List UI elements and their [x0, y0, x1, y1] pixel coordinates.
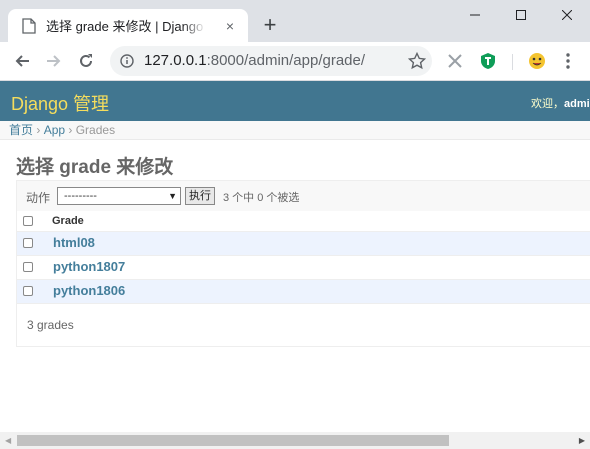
column-header-grade[interactable]: Grade [52, 211, 590, 231]
info-icon[interactable] [120, 54, 134, 68]
address-bar[interactable]: 127.0.0.1:8000/admin/app/grade/ [110, 46, 432, 76]
window-close-icon[interactable] [544, 0, 590, 30]
admin-header: Django 管理 欢迎，admin [0, 81, 590, 121]
new-tab-button[interactable]: + [259, 14, 281, 36]
row-checkbox-cell [17, 255, 52, 279]
row-checkbox[interactable] [23, 262, 33, 272]
url-text[interactable]: 127.0.0.1:8000/admin/app/grade/ [144, 52, 365, 69]
site-brand[interactable]: Django 管理 [11, 90, 109, 116]
toolbar-divider [512, 54, 513, 70]
maximize-icon[interactable] [498, 0, 544, 30]
back-arrow-icon[interactable] [11, 50, 33, 72]
tab-title: 选择 grade 来修改 | Django 站点管理 [46, 19, 206, 34]
breadcrumb-app[interactable]: App [44, 123, 65, 137]
page-title: 选择 grade 来修改 [16, 157, 174, 178]
select-all-checkbox[interactable] [23, 215, 33, 226]
actions-bar: 动作 --------- ▼ 执行 3 个中 0 个被选 [17, 181, 590, 212]
action-label: 动作 [26, 191, 51, 205]
breadcrumb-current: Grades [75, 123, 116, 137]
breadcrumb-separator: › [65, 123, 76, 137]
go-button[interactable]: 执行 [185, 187, 215, 205]
welcome-text: 欢迎， [531, 98, 564, 110]
row-checkbox-cell [17, 231, 52, 255]
minimize-icon[interactable] [452, 0, 498, 30]
breadcrumb: 首页 › App › Grades [0, 121, 590, 140]
browser-tab[interactable]: 选择 grade 来修改 | Django 站点管理 × [8, 9, 248, 42]
row-checkbox[interactable] [23, 238, 33, 248]
table-row: python1807 [17, 255, 590, 279]
scroll-left-icon[interactable]: ◀ [5, 436, 11, 445]
grade-link[interactable]: html08 [53, 235, 95, 250]
selection-counter: 3 个中 0 个被选 [223, 192, 300, 204]
table-row: python1806 [17, 279, 590, 303]
result-table: Grade html08 python1807 python1806 [17, 211, 590, 304]
row-checkbox-cell [17, 279, 52, 303]
page-icon [22, 17, 36, 34]
forward-arrow-icon[interactable] [43, 50, 65, 72]
table-row: html08 [17, 231, 590, 255]
grade-cell: python1807 [52, 255, 590, 279]
username: admin [564, 98, 590, 110]
action-select[interactable]: --------- ▼ [57, 187, 181, 205]
close-icon[interactable]: × [222, 18, 238, 34]
changelist: 动作 --------- ▼ 执行 3 个中 0 个被选 Grade html0… [16, 180, 590, 347]
action-select-value: --------- [64, 190, 97, 202]
browser-toolbar: 127.0.0.1:8000/admin/app/grade/ [0, 42, 590, 81]
grade-link[interactable]: python1806 [53, 283, 125, 298]
horizontal-scrollbar[interactable]: ◀ ▶ [0, 432, 590, 449]
bookmark-star-icon[interactable] [408, 52, 426, 70]
menu-dots-icon[interactable] [558, 51, 578, 71]
table-header-row: Grade [17, 211, 590, 231]
select-all-cell [17, 211, 52, 231]
grade-cell: html08 [52, 231, 590, 255]
emoji-extension-icon[interactable] [527, 51, 547, 71]
x-extension-icon[interactable] [445, 51, 465, 71]
grade-link[interactable]: python1807 [53, 259, 125, 274]
row-checkbox[interactable] [23, 286, 33, 296]
paginator: 3 grades [27, 318, 74, 332]
scrollbar-thumb[interactable] [17, 435, 449, 446]
breadcrumb-home[interactable]: 首页 [9, 123, 33, 137]
browser-titlebar: 选择 grade 来修改 | Django 站点管理 × + [0, 0, 590, 42]
dropdown-arrow-icon: ▼ [168, 191, 177, 201]
reload-icon[interactable] [75, 50, 97, 72]
breadcrumb-separator: › [33, 123, 44, 137]
shield-icon[interactable] [478, 51, 498, 71]
grade-cell: python1806 [52, 279, 590, 303]
scroll-right-icon[interactable]: ▶ [579, 436, 585, 445]
user-tools: 欢迎，admin [531, 95, 590, 111]
